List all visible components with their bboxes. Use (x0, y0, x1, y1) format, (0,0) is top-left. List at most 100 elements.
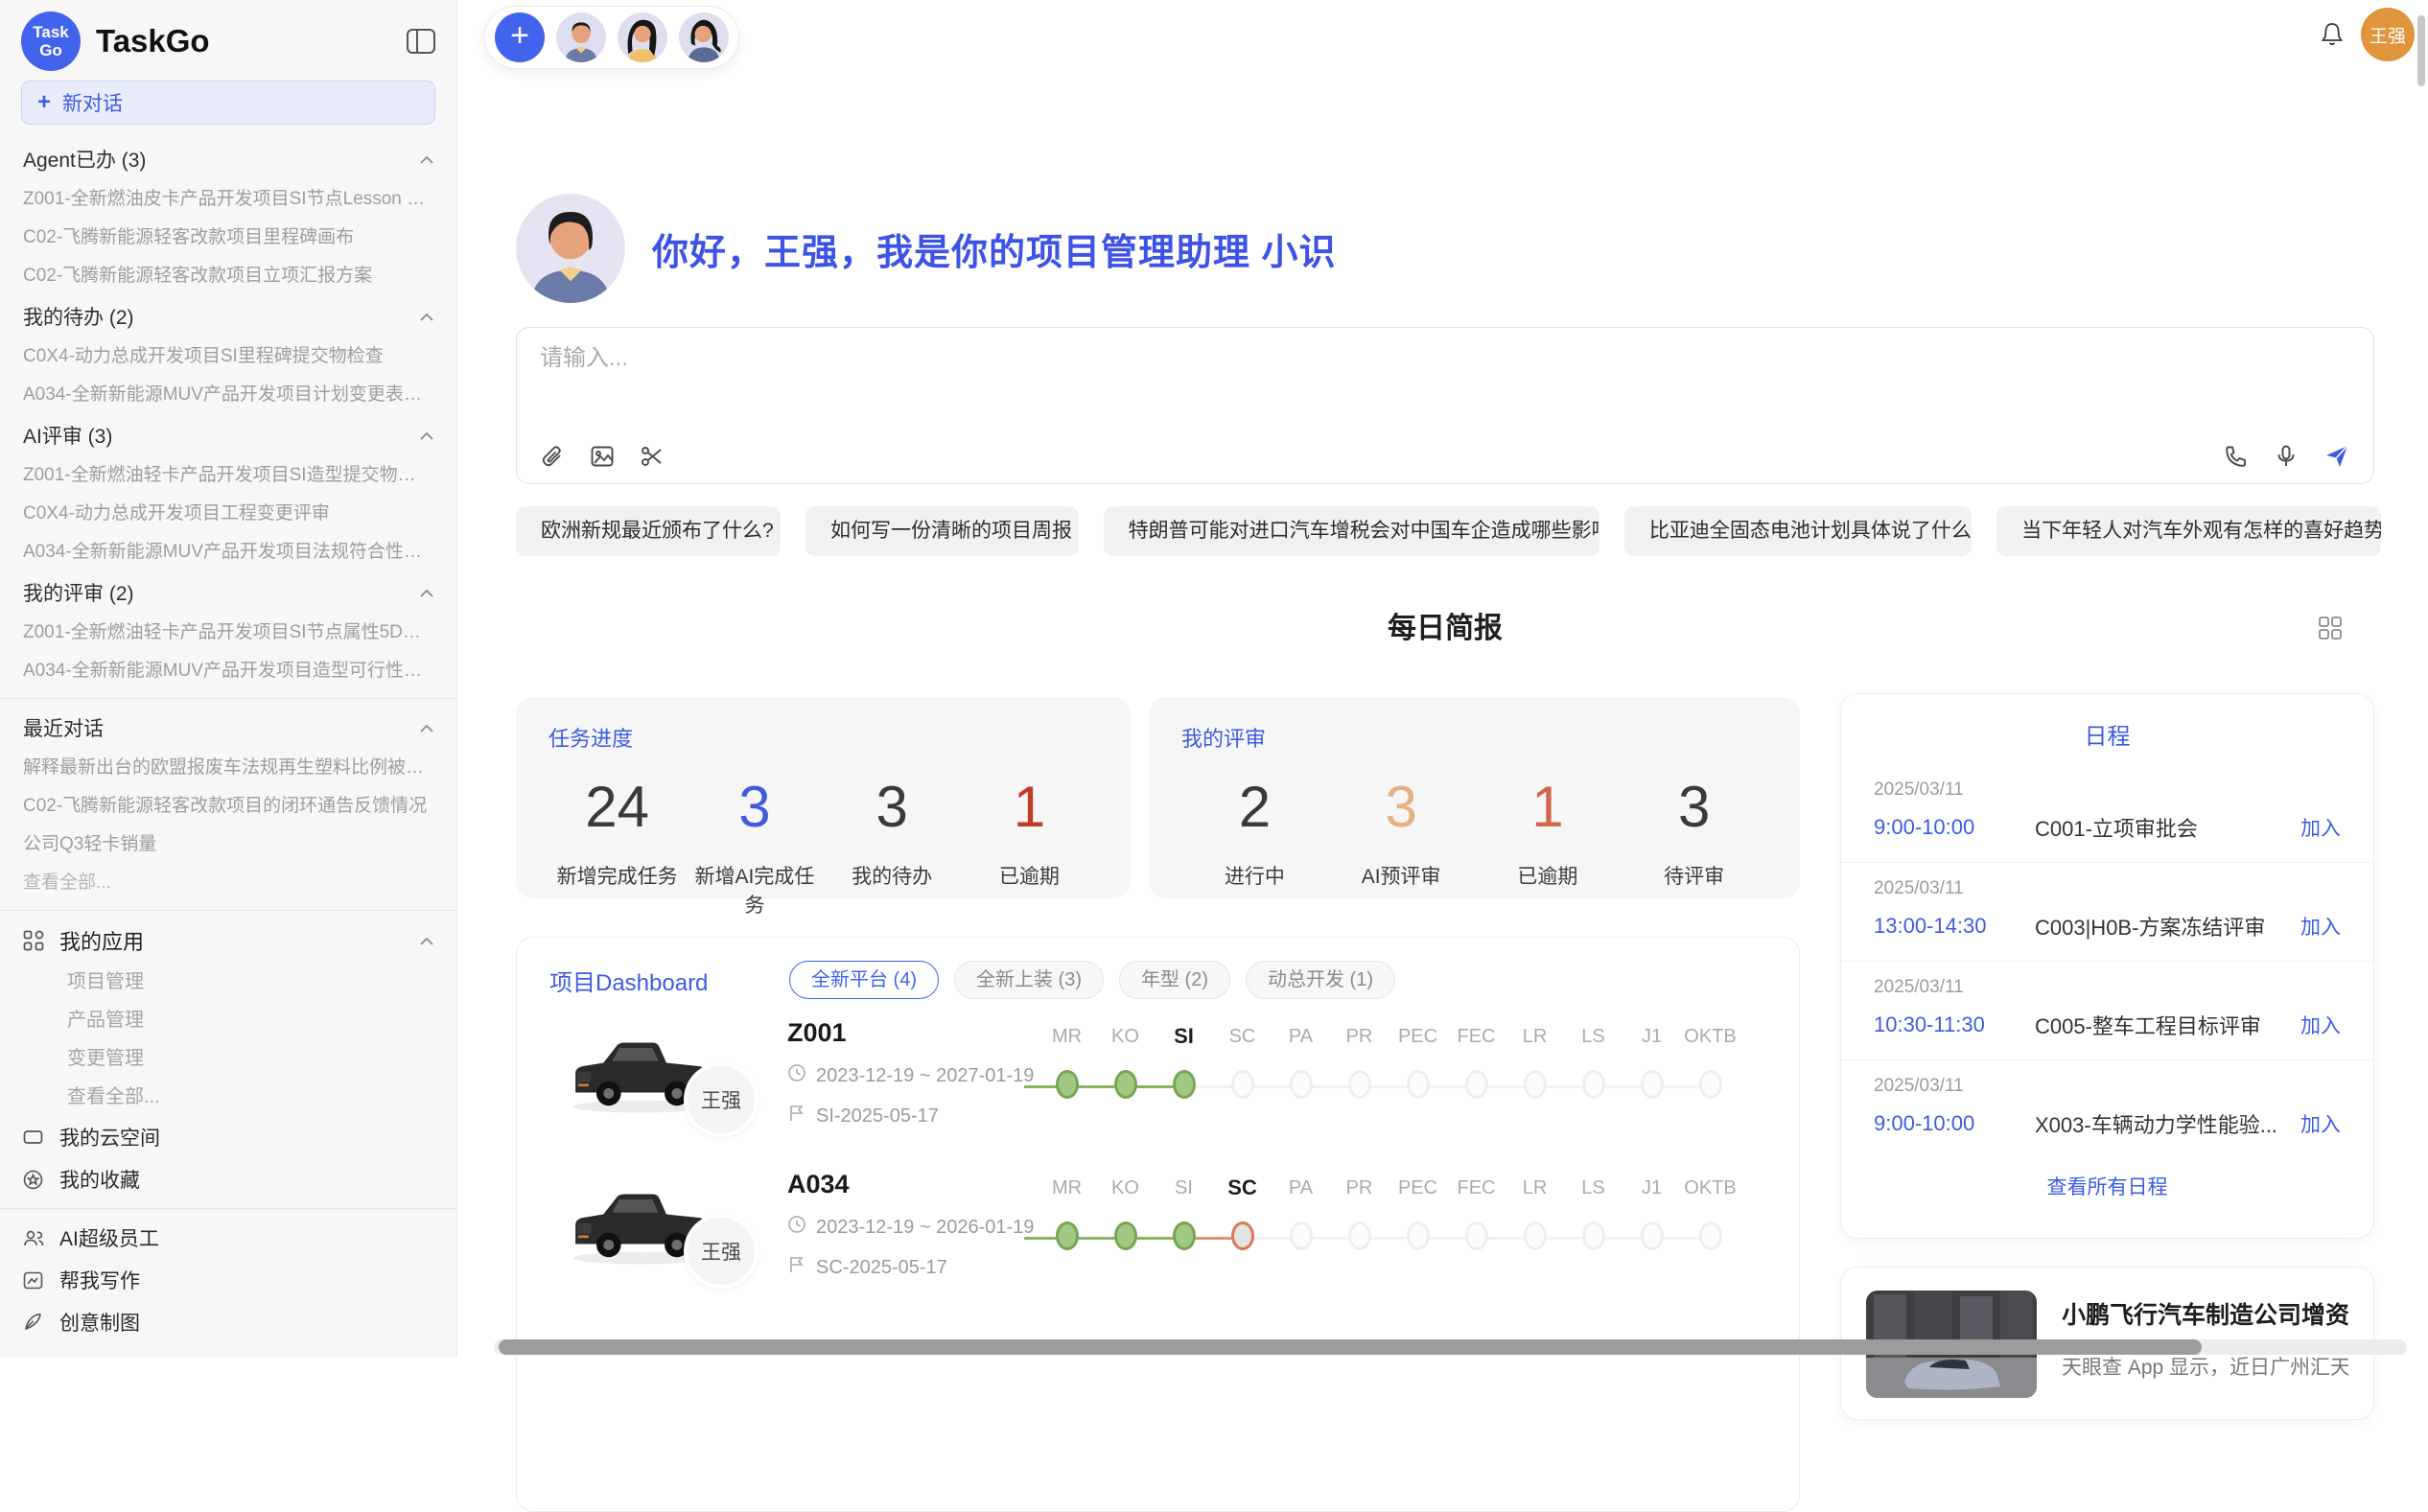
ai-staff-icon (23, 1229, 44, 1247)
sidebar-task-item[interactable]: C02-飞腾新能源轻客改款项目里程碑画布 (0, 219, 456, 257)
horizontal-scrollbar[interactable] (494, 1339, 2407, 1355)
app-title: TaskGo (96, 23, 407, 59)
dashboard-tab[interactable]: 全新上装 (3) (954, 961, 1104, 999)
horizontal-scrollbar-thumb[interactable] (499, 1339, 2202, 1355)
milestone-mr: MR (1038, 1022, 1096, 1128)
new-chat-button[interactable]: + 新对话 (21, 81, 435, 125)
sidebar-section-recent-header[interactable]: 最近对话 (0, 707, 456, 749)
project-owner-badge: 王强 (684, 1214, 759, 1289)
cloud-space-icon (23, 1128, 44, 1146)
milestone-label: J1 (1623, 1022, 1681, 1051)
phone-icon[interactable] (2224, 444, 2249, 469)
schedule-join-link[interactable]: 加入 (2300, 813, 2341, 842)
sidebar-item-creative-drawing[interactable]: 创意制图 (0, 1301, 456, 1343)
sidebar-item-ai-staff[interactable]: AI超级员工 (0, 1217, 456, 1259)
suggestion-chip[interactable]: 特朗普可能对进口汽车增税会对中国车企造成哪些影响 (1104, 506, 1599, 556)
sidebar-task-item[interactable]: Z001-全新燃油皮卡产品开发项目SI节点Lesson Learn报告 (0, 180, 456, 219)
dashboard-tab[interactable]: 年型 (2) (1119, 961, 1230, 999)
sidebar-collapse-icon[interactable] (407, 29, 435, 54)
chevron-up-icon[interactable] (420, 589, 433, 597)
chevron-up-icon[interactable] (420, 431, 433, 440)
agent-avatar-2[interactable] (618, 12, 667, 62)
milestone-label: OKTB (1681, 1174, 1739, 1202)
milestone-node-circle (1699, 1221, 1722, 1250)
schedule-join-link[interactable]: 加入 (2300, 1109, 2341, 1138)
agent-avatar-3[interactable] (679, 12, 729, 62)
sidebar-section-header[interactable]: 我的评审 (2) (0, 571, 456, 614)
image-icon[interactable] (590, 444, 615, 469)
layout-grid-icon[interactable] (2318, 616, 2343, 645)
recent-conversation-item[interactable]: 公司Q3轻卡销量 (0, 826, 456, 864)
milestone-label: PA (1272, 1174, 1330, 1202)
suggestion-chip[interactable]: 比亚迪全固态电池计划具体说了什么 (1624, 506, 1972, 556)
suggestion-chip[interactable]: 当下年轻人对汽车外观有怎样的喜好趋势 (1996, 506, 2381, 556)
schedule-entries: 2025/03/119:00-10:00C001-立项审批会加入2025/03/… (1841, 764, 2373, 1158)
sidebar-section-header[interactable]: Agent已办 (3) (0, 138, 456, 180)
attachment-icon[interactable] (540, 444, 565, 469)
flag-icon (787, 1255, 806, 1280)
schedule-view-all[interactable]: 查看所有日程 (1841, 1172, 2373, 1200)
notification-bell-icon[interactable] (2319, 21, 2346, 53)
milestone-mr: MR (1038, 1174, 1096, 1279)
suggestion-chip[interactable]: 如何写一份清晰的项目周报 (805, 506, 1079, 556)
sidebar-item-cloud-space[interactable]: 我的云空间 (0, 1116, 456, 1158)
sidebar-item-writing-helper[interactable]: 帮我写作 (0, 1259, 456, 1301)
stat-value: 24 (549, 774, 686, 840)
schedule-date: 2025/03/11 (1874, 779, 2341, 801)
scissors-icon[interactable] (640, 444, 665, 469)
dashboard-tab[interactable]: 全新平台 (4) (789, 961, 939, 999)
send-icon[interactable] (2323, 443, 2350, 470)
sidebar-item-favorites[interactable]: 我的收藏 (0, 1158, 456, 1200)
recent-conversation-item[interactable]: C02-飞腾新能源轻客改款项目的闭环通告反馈情况 (0, 787, 456, 826)
project-dates: 2023-12-19 ~ 2026-01-19 (816, 1217, 1034, 1239)
sidebar-task-item[interactable]: A034-全新新能源MUV产品开发项目造型可行性评审 (0, 652, 456, 690)
milestone-label: LS (1564, 1174, 1623, 1202)
milestone-lr: LR (1506, 1022, 1564, 1128)
vertical-scrollbar-thumb[interactable] (2417, 15, 2425, 86)
schedule-event-title: C001-立项审批会 (2035, 812, 2289, 843)
milestone-sc: SC (1213, 1022, 1272, 1128)
project-owner-badge: 王强 (684, 1062, 759, 1137)
microphone-icon[interactable] (2274, 444, 2299, 469)
my-apps-item[interactable]: 变更管理 (0, 1039, 456, 1078)
milestone-pr: PR (1330, 1174, 1389, 1279)
sidebar-task-item[interactable]: C0X4-动力总成开发项目工程变更评审 (0, 495, 456, 533)
sidebar-task-item[interactable]: Z001-全新燃油轻卡产品开发项目SI造型提交物评审 (0, 456, 456, 495)
add-agent-button[interactable]: + (495, 12, 545, 62)
schedule-join-link[interactable]: 加入 (2300, 1011, 2341, 1039)
agent-avatar-1[interactable] (556, 12, 606, 62)
sidebar-task-item[interactable]: A034-全新新能源MUV产品开发项目法规符合性评审 (0, 533, 456, 571)
sidebar-section-header[interactable]: 我的待办 (2) (0, 295, 456, 337)
apps-view-all[interactable]: 查看全部... (0, 1078, 456, 1116)
sidebar-my-apps[interactable]: 我的应用 (0, 919, 456, 963)
dashboard-tab[interactable]: 动总开发 (1) (1246, 961, 1395, 999)
user-avatar[interactable]: 王强 (2361, 8, 2415, 61)
milestone-node-circle (1699, 1070, 1722, 1099)
chevron-up-icon[interactable] (420, 724, 433, 733)
ai-staff-label: AI超级员工 (59, 1223, 159, 1252)
sidebar-task-item[interactable]: C0X4-动力总成开发项目SI里程碑提交物检查 (0, 337, 456, 376)
milestone-label: FEC (1447, 1174, 1506, 1202)
sidebar-section-title: Agent已办 (3) (23, 145, 146, 174)
recent-view-all[interactable]: 查看全部... (0, 864, 456, 902)
chevron-up-icon[interactable] (420, 937, 433, 945)
cloud-space-label: 我的云空间 (59, 1123, 160, 1151)
schedule-join-link[interactable]: 加入 (2300, 912, 2341, 941)
drawing-icon (23, 1313, 44, 1332)
chevron-up-icon[interactable] (420, 155, 433, 164)
milestone-label: PEC (1389, 1174, 1447, 1202)
sidebar-task-item[interactable]: A034-全新新能源MUV产品开发项目计划变更表编写 (0, 376, 456, 414)
sidebar-task-item[interactable]: C02-飞腾新能源轻客改款项目立项汇报方案 (0, 257, 456, 295)
suggestion-chip[interactable]: 欧洲新规最近颁布了什么? (516, 506, 781, 556)
milestone-node-circle (1114, 1070, 1137, 1099)
milestone-j1: J1 (1623, 1174, 1681, 1279)
assistant-avatar (516, 194, 625, 303)
composer-input[interactable] (540, 345, 1626, 372)
sidebar-section-header[interactable]: AI评审 (3) (0, 414, 456, 456)
chevron-up-icon[interactable] (420, 313, 433, 321)
sidebar-task-item[interactable]: Z001-全新燃油轻卡产品开发项目SI节点属性5D文件评审 (0, 614, 456, 652)
recent-conversation-item[interactable]: 解释最新出台的欧盟报废车法规再生塑料比例被调至15%... (0, 749, 456, 787)
my-apps-item[interactable]: 产品管理 (0, 1001, 456, 1039)
my-apps-item[interactable]: 项目管理 (0, 963, 456, 1001)
milestone-pec: PEC (1389, 1174, 1447, 1279)
